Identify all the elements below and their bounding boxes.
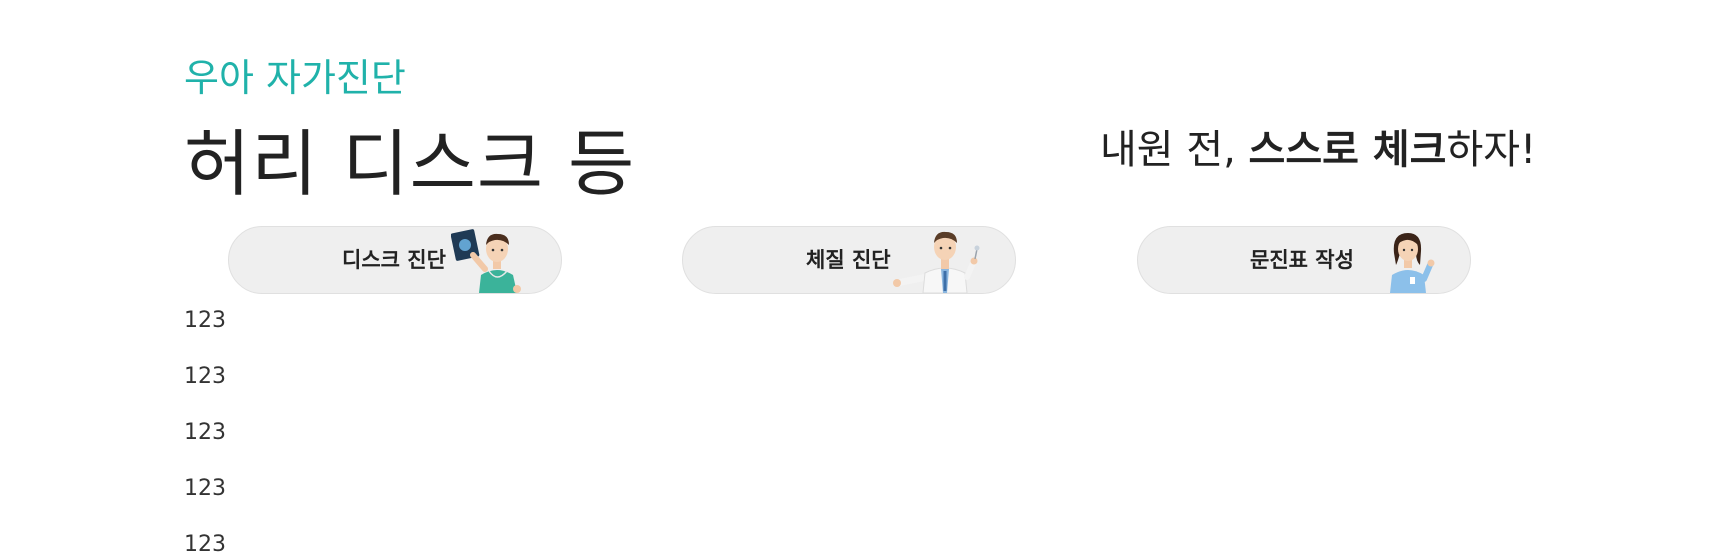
list-item: 123 [184, 532, 226, 557]
constitution-diagnosis-label: 체질 진단 [806, 248, 891, 272]
disc-diagnosis-label: 디스크 진단 [342, 248, 446, 272]
page-title: 허리 디스크 등 [184, 122, 636, 206]
number-list: 123 123 123 123 123 [184, 293, 226, 557]
list-item: 123 [184, 420, 226, 445]
nurse-pointing-icon [1390, 233, 1435, 293]
tagline-part1: 내원 전, [1100, 127, 1249, 173]
tagline-emphasis: 스스로 체크 [1248, 127, 1447, 173]
list-item: 123 [184, 364, 226, 389]
list-item: 123 [184, 308, 226, 333]
questionnaire-label: 문진표 작성 [1250, 248, 1354, 272]
tagline: 내원 전, 스스로 체크하자! [1100, 122, 1536, 178]
list-item: 123 [184, 476, 226, 501]
constitution-diagnosis-button[interactable]: 체질 진단 [682, 226, 1016, 294]
questionnaire-button[interactable]: 문진표 작성 [1137, 226, 1471, 294]
doctor-holding-xray-icon [451, 229, 521, 293]
section-subtitle: 우아 자가진단 [184, 56, 406, 100]
disc-diagnosis-button[interactable]: 디스크 진단 [228, 226, 562, 294]
doctor-presenting-icon [893, 231, 980, 293]
page: 우아 자가진단 허리 디스크 등 내원 전, 스스로 체크하자! 디스크 진단 [0, 0, 1727, 557]
tagline-part3: 하자! [1446, 127, 1537, 173]
